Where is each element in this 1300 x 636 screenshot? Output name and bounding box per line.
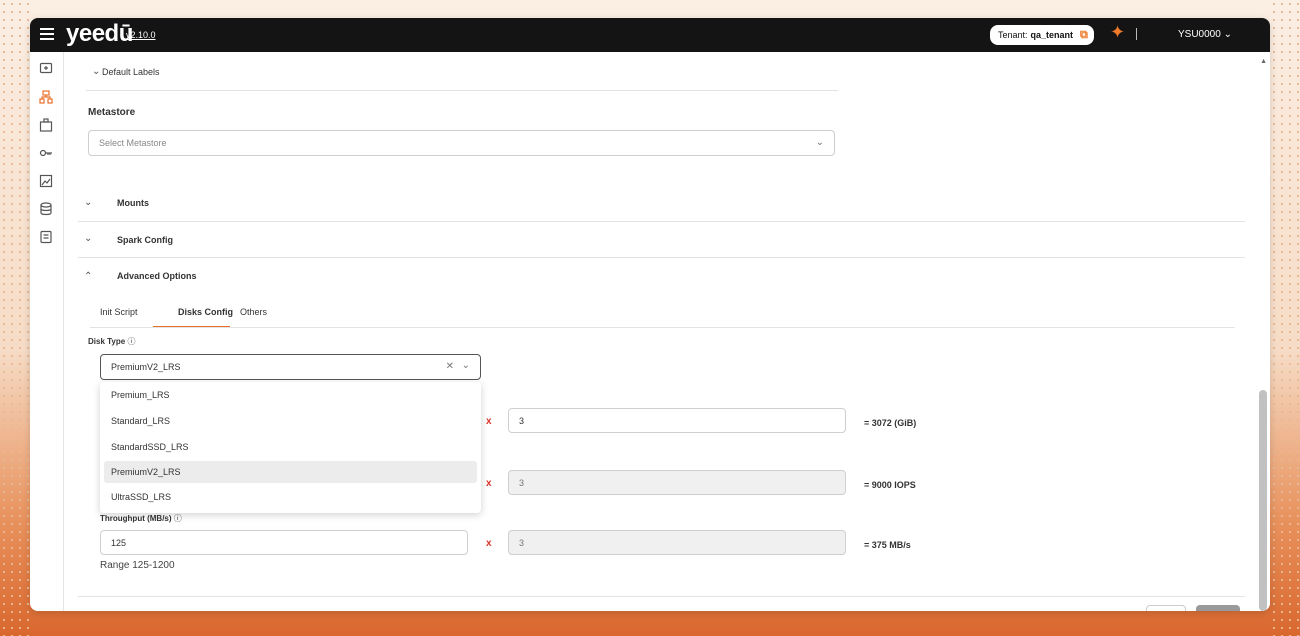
disk-type-option-selected[interactable]: PremiumV2_LRS — [104, 461, 477, 483]
disk-type-option[interactable]: UltraSSD_LRS — [104, 486, 477, 508]
chevron-down-icon[interactable]: ⌄ — [84, 197, 92, 208]
chevron-up-icon[interactable]: ⌃ — [84, 271, 92, 282]
key-icon[interactable] — [39, 146, 53, 158]
menu-icon[interactable] — [40, 28, 54, 40]
sparkle-icon[interactable]: ✦ — [1110, 22, 1125, 43]
tabs-divider — [90, 327, 1235, 328]
disk-type-option[interactable]: Standard_LRS — [104, 410, 477, 432]
tenant-name: qa_tenant — [1030, 30, 1074, 40]
throughput-result: = 375 MB/s — [864, 540, 911, 550]
app-version-link[interactable]: v2.10.0 — [126, 30, 156, 40]
disk-type-option[interactable]: Premium_LRS — [104, 384, 477, 406]
multiply-symbol: x — [486, 478, 492, 489]
iops-count-input: 3 — [508, 470, 846, 495]
disk-type-select[interactable]: PremiumV2_LRS ✕ ⌄ — [100, 354, 481, 380]
info-icon[interactable]: ⓘ — [127, 337, 135, 346]
tab-init-script[interactable]: Init Script — [100, 307, 138, 317]
user-menu[interactable]: YSU0000 ⌄ — [1178, 29, 1232, 40]
disk-type-options-list: Premium_LRS Standard_LRS StandardSSD_LRS… — [100, 382, 481, 513]
app-window: yeedū v2.10.0 Tenant: qa_tenant ⧉ ✦ YSU0… — [30, 18, 1270, 611]
throughput-label-text: Throughput (MB/s) — [100, 514, 172, 523]
mounts-section-header[interactable]: Mounts — [117, 198, 149, 208]
cluster-icon[interactable] — [39, 90, 53, 104]
top-bar: yeedū v2.10.0 Tenant: qa_tenant ⧉ ✦ YSU0… — [30, 18, 1270, 52]
save-button[interactable] — [1196, 605, 1240, 611]
background-dots-right — [1270, 0, 1300, 636]
divider — [78, 221, 1245, 222]
advanced-options-section-header[interactable]: Advanced Options — [117, 271, 197, 281]
tab-disks-config[interactable]: Disks Config — [178, 307, 233, 317]
external-link-icon[interactable]: ⧉ — [1080, 29, 1088, 42]
disk-type-value: PremiumV2_LRS — [111, 362, 181, 372]
disk-type-label: Disk Type ⓘ — [88, 336, 135, 347]
tenant-label: Tenant: — [998, 30, 1028, 40]
chevron-down-icon: ⌄ — [1223, 29, 1232, 40]
iops-result: = 9000 IOPS — [864, 480, 916, 490]
workspace-icon[interactable] — [39, 118, 53, 132]
throughput-label: Throughput (MB/s) ⓘ — [100, 513, 182, 524]
disk-type-label-text: Disk Type — [88, 337, 126, 346]
image-icon[interactable] — [39, 174, 53, 188]
divider — [78, 257, 1245, 258]
database-icon[interactable] — [39, 202, 53, 216]
user-name: YSU0000 — [1178, 29, 1221, 40]
throughput-input[interactable]: 125 — [100, 530, 468, 555]
metastore-placeholder: Select Metastore — [99, 138, 167, 148]
throughput-count-input: 3 — [508, 530, 846, 555]
divider — [1136, 28, 1137, 40]
chevron-down-icon[interactable]: ⌄ — [84, 233, 92, 244]
document-icon[interactable] — [39, 230, 53, 244]
clear-icon[interactable]: ✕ — [446, 361, 454, 372]
chevron-down-icon: ⌄ — [815, 137, 824, 148]
background-dots-left — [0, 0, 30, 636]
disk-type-option[interactable]: StandardSSD_LRS — [104, 436, 477, 458]
metastore-select[interactable]: Select Metastore ⌄ — [88, 130, 835, 156]
multiply-symbol: x — [486, 538, 492, 549]
disk-count-value: 3 — [519, 415, 525, 426]
disk-size-result: = 3072 (GiB) — [864, 418, 917, 428]
tenant-badge[interactable]: Tenant: qa_tenant ⧉ — [990, 25, 1094, 45]
cancel-button[interactable] — [1146, 605, 1186, 611]
scroll-up-arrow-icon[interactable]: ▲ — [1260, 58, 1267, 65]
iops-count-value: 3 — [519, 477, 525, 488]
app-logo[interactable]: yeedū — [66, 20, 133, 48]
disk-count-input[interactable]: 3 — [508, 408, 846, 433]
monitor-icon[interactable] — [39, 62, 53, 74]
divider — [78, 596, 1245, 597]
divider — [86, 90, 838, 91]
chevron-down-icon[interactable]: ⌄ — [92, 66, 100, 77]
spark-config-section-header[interactable]: Spark Config — [117, 235, 173, 245]
multiply-symbol: x — [486, 416, 492, 427]
info-icon[interactable]: ⓘ — [174, 514, 182, 523]
default-labels-toggle[interactable]: Default Labels — [102, 67, 160, 77]
tab-others[interactable]: Others — [240, 307, 267, 317]
chevron-down-icon[interactable]: ⌄ — [462, 360, 470, 371]
throughput-count-value: 3 — [519, 537, 525, 548]
scrollbar-thumb[interactable] — [1259, 390, 1267, 611]
metastore-title: Metastore — [88, 107, 136, 118]
throughput-range-hint: Range 125-1200 — [100, 560, 175, 571]
sidebar — [30, 52, 64, 611]
throughput-value: 125 — [111, 537, 127, 548]
